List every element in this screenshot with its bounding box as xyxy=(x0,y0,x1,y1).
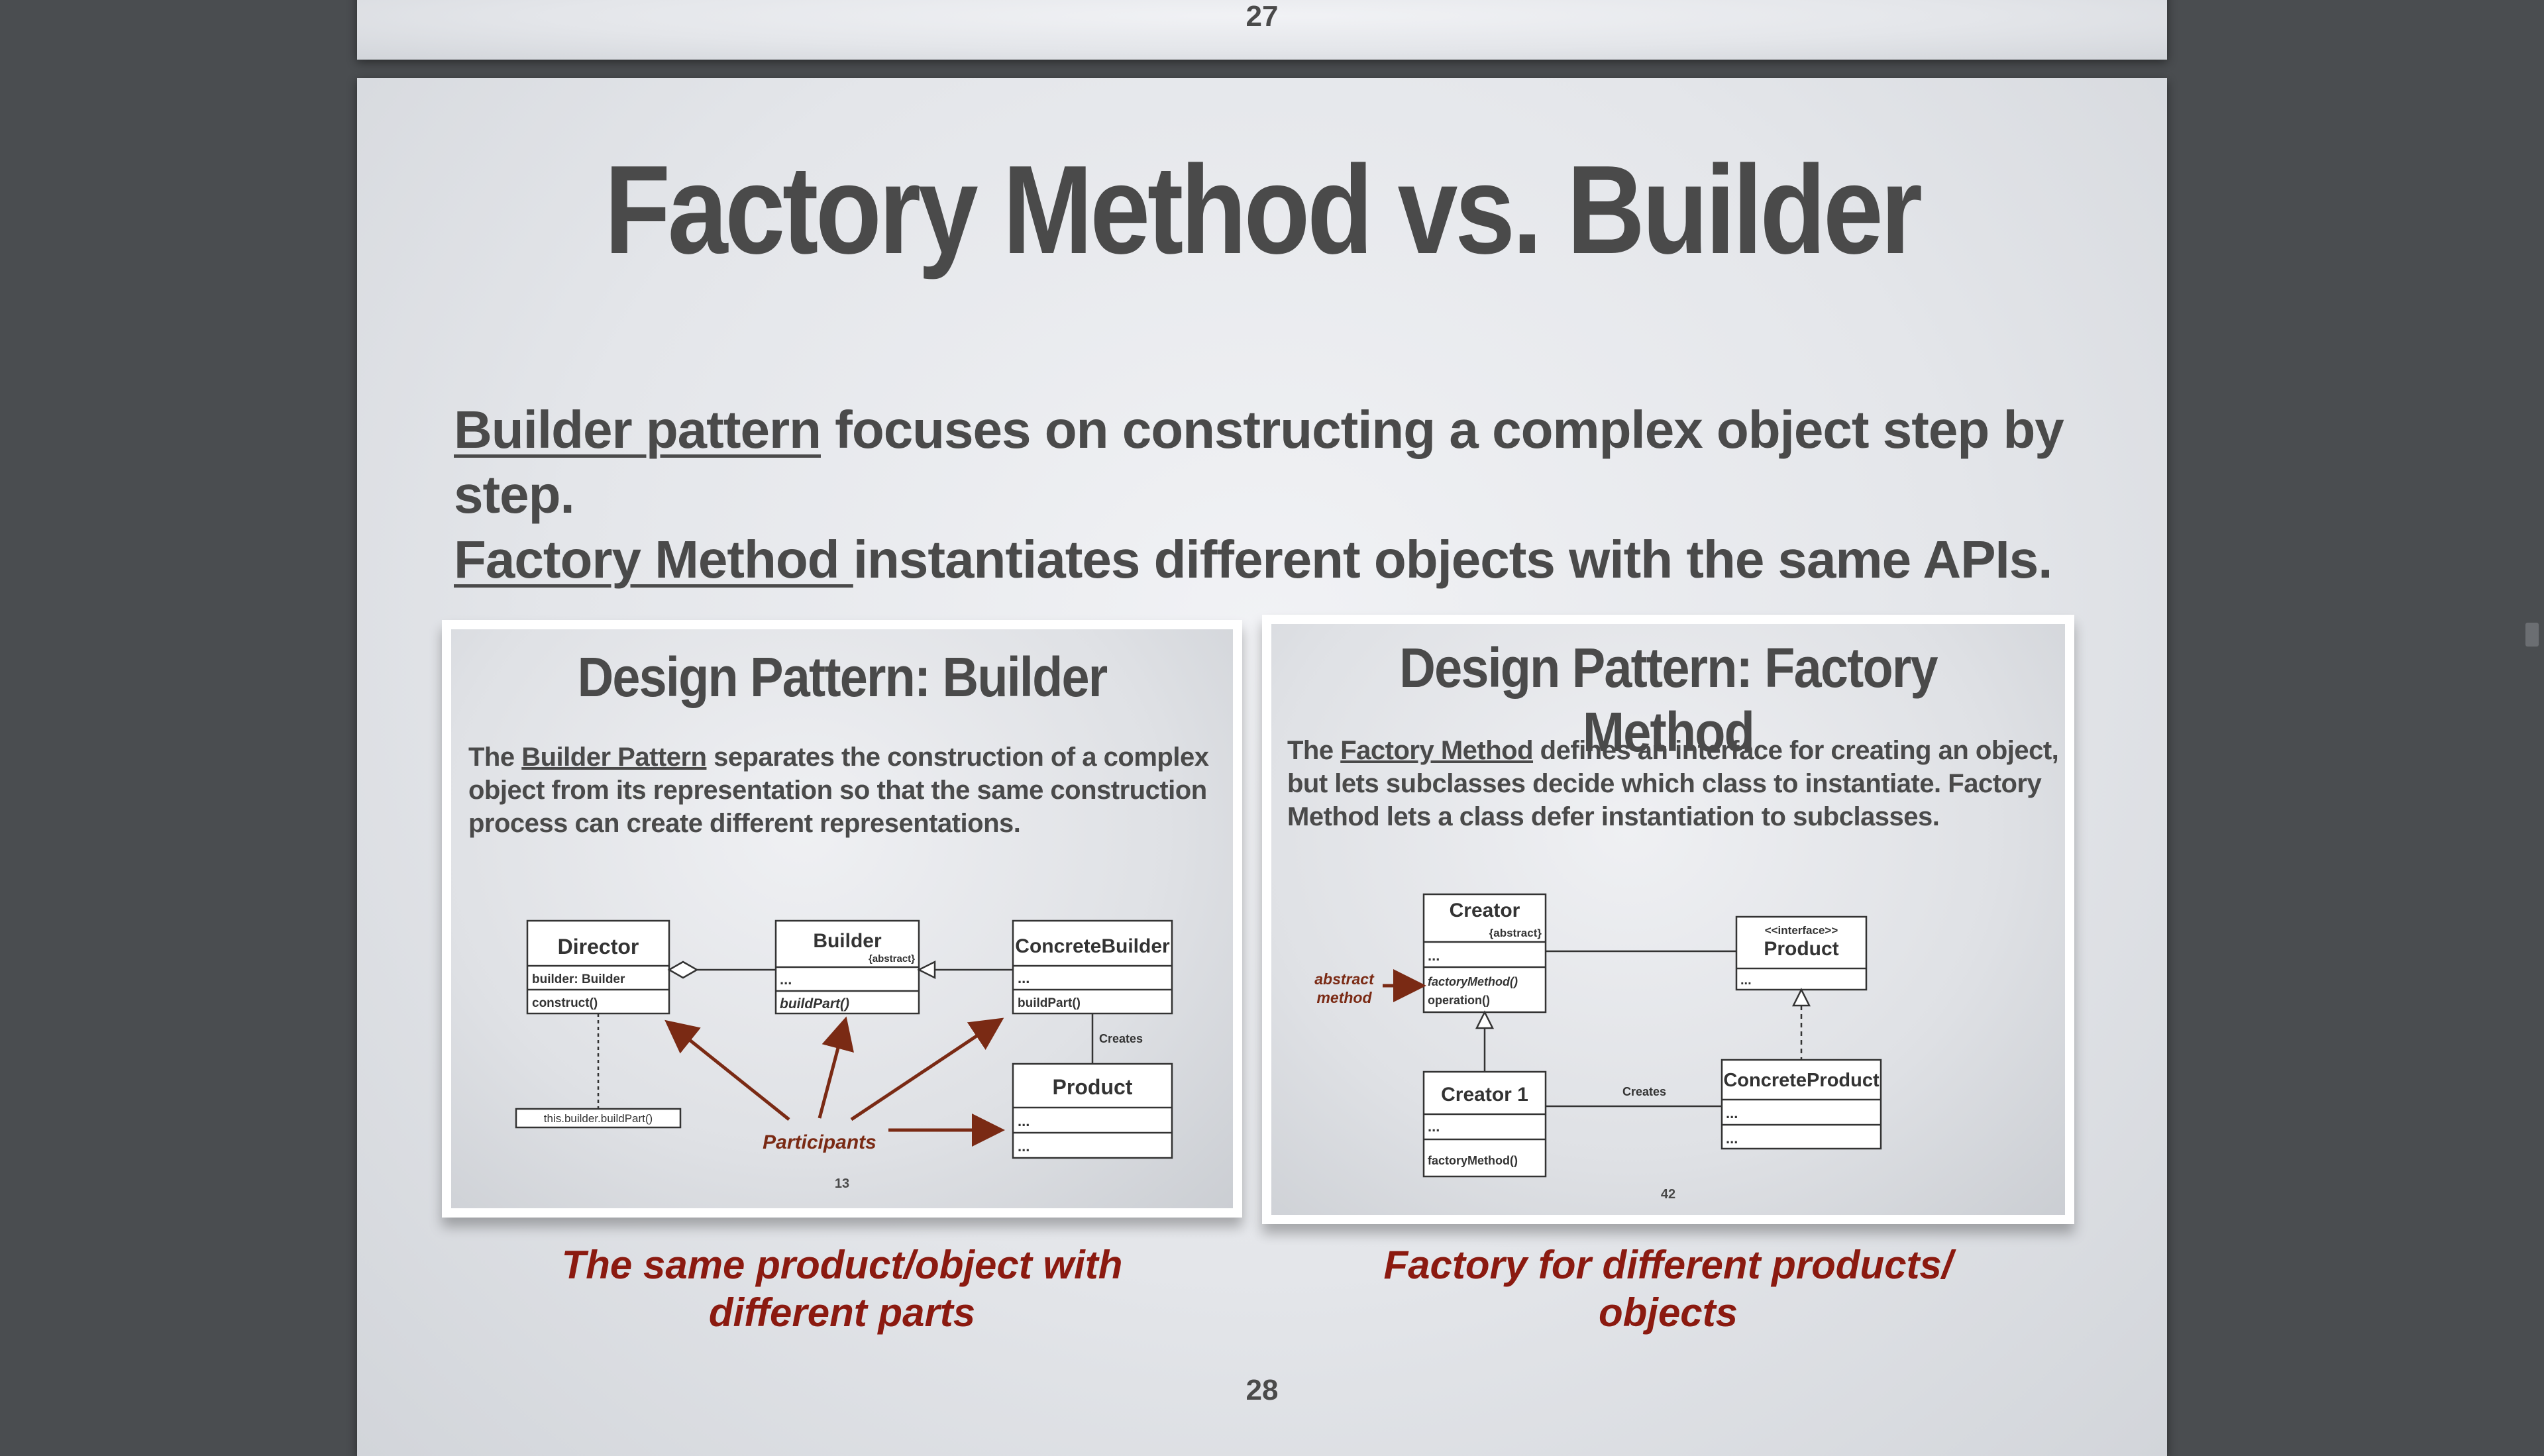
factory-card-page-number: 42 xyxy=(1660,1187,1676,1202)
builder-card-inner: Design Pattern: Builder The Builder Patt… xyxy=(451,629,1233,1208)
builder-pattern-link[interactable]: Builder pattern xyxy=(454,400,822,459)
factory-method-card: Design Pattern: Factory Method The Facto… xyxy=(1262,615,2074,1224)
slide-page-number: 28 xyxy=(1246,1374,1279,1406)
concrete-builder-attr: ... xyxy=(1018,970,1030,986)
director-class: Director builder: Builder construct() xyxy=(526,919,670,1015)
abstract-label-1: abstract xyxy=(1314,970,1375,988)
director-op: construct() xyxy=(532,996,598,1010)
participants-label: Participants xyxy=(763,1131,876,1153)
creator1-label: Creator 1 xyxy=(1441,1084,1528,1106)
creator-attr: ... xyxy=(1428,947,1440,964)
builder-label: Builder xyxy=(813,930,882,952)
creator-label: Creator xyxy=(1450,900,1520,921)
factory-caption-line-1: Factory for different products/ xyxy=(1383,1243,1953,1287)
concrete-builder-label: ConcreteBuilder xyxy=(1015,935,1170,957)
inheritance-triangle-icon xyxy=(917,960,936,980)
creator-inheritance-triangle-icon xyxy=(1475,1010,1495,1029)
arrow-to-director xyxy=(664,1019,790,1121)
builder-pattern-card: Design Pattern: Builder The Builder Patt… xyxy=(442,620,1242,1218)
abstract-label-2: method xyxy=(1316,989,1372,1006)
builder-caption-line-2: different parts xyxy=(708,1290,976,1335)
creator-op-operation: operation() xyxy=(1428,994,1490,1007)
builder-stereotype: {abstract} xyxy=(869,953,915,964)
product-interface-label: Product xyxy=(1764,938,1838,960)
factory-caption: Factory for different products/ objects xyxy=(1262,1241,2074,1337)
builder-op: buildPart() xyxy=(780,996,849,1012)
creator-op-factory: factoryMethod() xyxy=(1428,975,1518,988)
intro-line-2-text: instantiates different objects with the … xyxy=(853,530,2053,589)
product-attr: ... xyxy=(1018,1113,1030,1129)
factory-card-inner: Design Pattern: Factory Method The Facto… xyxy=(1271,624,2065,1215)
aggregation-diamond-icon xyxy=(667,961,699,979)
previous-slide-page-number: 27 xyxy=(1246,0,1279,32)
creator1-attr: ... xyxy=(1428,1118,1440,1135)
slide-28: Factory Method vs. Builder Builder patte… xyxy=(357,78,2167,1456)
creator-class: Creator {abstract} ... factoryMethod() o… xyxy=(1422,893,1547,1014)
product-label: Product xyxy=(1053,1075,1133,1099)
product-interface-attr: ... xyxy=(1740,973,1752,988)
creates-label: Creates xyxy=(1099,1032,1143,1045)
director-attr: builder: Builder xyxy=(532,972,625,986)
builder-attr: ... xyxy=(780,971,792,988)
product-class: Product ... ... xyxy=(1012,1063,1173,1159)
builder-caption-line-1: The same product/object with xyxy=(561,1243,1123,1287)
slide-intro: Builder pattern focuses on constructing … xyxy=(454,397,2110,592)
creator1-class: Creator 1 ... factoryMethod() xyxy=(1422,1070,1547,1178)
creator1-op: factoryMethod() xyxy=(1428,1154,1518,1167)
builder-uml-diagram: Director builder: Builder construct() Bu… xyxy=(515,919,1173,1159)
concrete-product-class: ConcreteProduct ... ... xyxy=(1721,1059,1882,1150)
builder-caption: The same product/object with different p… xyxy=(442,1241,1242,1337)
builder-card-page-number: 13 xyxy=(834,1176,850,1191)
scrollbar-thumb[interactable] xyxy=(2525,623,2539,647)
concrete-product-op: ... xyxy=(1726,1130,1738,1147)
realization-triangle-icon xyxy=(1791,988,1811,1007)
previous-slide: 27 xyxy=(357,0,2167,60)
builder-class: Builder {abstract} ... buildPart() xyxy=(774,919,920,1015)
intro-line-2: Factory Method instantiates different ob… xyxy=(454,527,2110,592)
factory-uml-diagram: Creator {abstract} ... factoryMethod() o… xyxy=(1314,893,1882,1178)
concrete-builder-class: ConcreteBuilder ... buildPart() xyxy=(1012,919,1173,1015)
product-interface-class: <<interface>> Product ... xyxy=(1735,915,1868,991)
intro-line-1: Builder pattern focuses on constructing … xyxy=(454,397,2110,527)
product-stereotype: <<interface>> xyxy=(1765,924,1838,937)
concrete-builder-op: buildPart() xyxy=(1018,996,1081,1010)
factory-method-link[interactable]: Factory Method xyxy=(454,530,853,589)
factory-caption-line-2: objects xyxy=(1598,1290,1738,1335)
product-op: ... xyxy=(1018,1138,1030,1155)
director-label: Director xyxy=(558,935,639,959)
arrow-to-concrete-builder xyxy=(850,1017,1004,1121)
note-text: this.builder.buildPart() xyxy=(544,1112,653,1125)
creator-stereotype: {abstract} xyxy=(1489,927,1542,939)
arrow-to-builder xyxy=(818,1016,854,1119)
slide-title: Factory Method vs. Builder xyxy=(604,140,1923,280)
concrete-product-attr: ... xyxy=(1726,1105,1738,1121)
concrete-product-label: ConcreteProduct xyxy=(1723,1070,1880,1091)
creates-label-factory: Creates xyxy=(1622,1085,1666,1098)
